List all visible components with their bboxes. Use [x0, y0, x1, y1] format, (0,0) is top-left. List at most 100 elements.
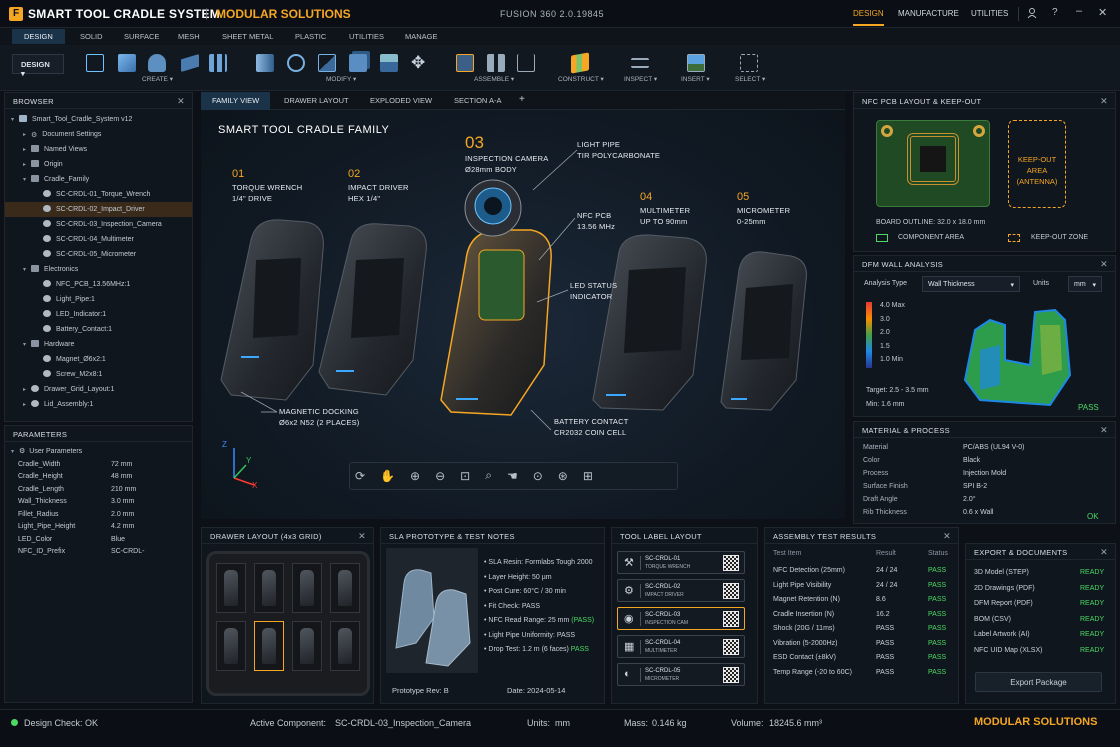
tree-item[interactable]: Battery_Contact:1 [5, 322, 192, 337]
drawer-slot[interactable] [292, 621, 322, 671]
export-row[interactable]: Label Artwork (AI) READY [974, 627, 1104, 643]
zoom-window-icon[interactable]: ⌕ [485, 468, 492, 483]
magnify-icon[interactable]: ⊙ [533, 469, 543, 483]
look-at-icon[interactable]: ☚ [507, 469, 518, 483]
inspect-menu[interactable]: INSPECT ▾ [624, 75, 657, 83]
tree-item[interactable]: ▾ Hardware [5, 337, 192, 352]
press-pull-icon[interactable] [256, 54, 274, 72]
tab-family-view[interactable]: FAMILY VIEW [201, 92, 271, 110]
parameter-row[interactable]: Cradle_Width 72 mm [5, 459, 192, 472]
close-icon[interactable]: ✕ [1100, 547, 1108, 558]
tab-sheet-metal[interactable]: SHEET METAL [222, 32, 273, 41]
insert-menu[interactable]: INSERT ▾ [681, 75, 710, 83]
select-icon[interactable] [740, 54, 758, 72]
tab-section[interactable]: SECTION A-A [454, 96, 502, 105]
tree-item[interactable]: SC-CRDL-05_Micrometer [5, 247, 192, 262]
parameters-group[interactable]: ▾ ⚙ User Parameters [5, 446, 192, 459]
tab-design[interactable]: DESIGN [12, 29, 65, 44]
construct-plane-icon[interactable] [571, 52, 589, 74]
tree-item[interactable]: SC-CRDL-03_Inspection_Camera [5, 217, 192, 232]
tree-item[interactable]: LED_Indicator:1 [5, 307, 192, 322]
pan-icon[interactable]: ✋ [380, 469, 395, 483]
workspace-utilities[interactable]: UTILITIES [971, 9, 1008, 18]
expand-icon[interactable]: ▾ [23, 338, 31, 353]
tool-label[interactable]: ◉ SC-CRDL-03 INSPECTION CAM [617, 607, 745, 630]
expand-icon[interactable]: ▾ [11, 113, 19, 128]
workspace-manufacture[interactable]: MANUFACTURE [898, 9, 959, 18]
new-sketch-icon[interactable] [86, 54, 104, 72]
export-row[interactable]: 2D Drawings (PDF) READY [974, 581, 1104, 597]
chamfer-icon[interactable] [318, 54, 336, 72]
tool-label[interactable]: ⚒ SC-CRDL-01 TORQUE WRENCH [617, 551, 745, 574]
parameter-row[interactable]: Cradle_Height 48 mm [5, 471, 192, 484]
tree-item[interactable]: Screw_M2x8:1 [5, 367, 192, 382]
expand-icon[interactable]: ▾ [23, 263, 31, 278]
tab-manage[interactable]: MANAGE [405, 32, 438, 41]
tool-label[interactable]: ▦ SC-CRDL-04 MULTIMETER [617, 635, 745, 658]
orbit-icon[interactable]: ⟳ [355, 469, 365, 483]
close-icon[interactable]: ✕ [358, 531, 366, 542]
expand-icon[interactable]: ▸ [23, 383, 31, 398]
parameter-row[interactable]: Light_Pipe_Height 4.2 mm [5, 521, 192, 534]
close-icon[interactable]: ✕ [177, 96, 185, 107]
construct-menu[interactable]: CONSTRUCT ▾ [558, 75, 604, 83]
measure-icon[interactable] [631, 58, 649, 68]
tree-item[interactable]: Magnet_Ø6x2:1 [5, 352, 192, 367]
expand-icon[interactable]: ▾ [23, 173, 31, 188]
select-menu[interactable]: SELECT ▾ [735, 75, 765, 83]
tree-item[interactable]: SC-CRDL-02_Impact_Driver [5, 202, 192, 217]
export-row[interactable]: NFC UID Map (XLSX) READY [974, 643, 1104, 659]
tool-label[interactable]: ⚙ SC-CRDL-02 IMPACT DRIVER [617, 579, 745, 602]
expand-icon[interactable]: ▸ [23, 143, 31, 158]
tree-item[interactable]: ▸ ⚙ Document Settings [5, 127, 192, 142]
parameter-row[interactable]: LED_Color Blue [5, 534, 192, 547]
insert-image-icon[interactable] [687, 54, 705, 72]
create-menu[interactable]: CREATE ▾ [142, 75, 173, 83]
tree-item[interactable]: ▾ Cradle_Family [5, 172, 192, 187]
tab-exploded-view[interactable]: EXPLODED VIEW [370, 96, 432, 105]
tree-item[interactable]: ▾ Smart_Tool_Cradle_System v12 [5, 112, 192, 127]
user-icon[interactable] [1027, 7, 1037, 19]
close-icon[interactable]: ✕ [1100, 259, 1108, 270]
drawer-slot[interactable] [292, 563, 322, 613]
tab-utilities[interactable]: UTILITIES [349, 32, 384, 41]
close-window-icon[interactable]: ✕ [1098, 6, 1107, 19]
drawer-slot[interactable] [330, 621, 360, 671]
workspace-dropdown[interactable]: DESIGN ▾ [12, 54, 64, 78]
parameter-row[interactable]: Wall_Thickness 3.0 mm [5, 496, 192, 509]
drawer-slot[interactable] [216, 621, 246, 671]
parameter-row[interactable]: Cradle_Length 210 mm [5, 484, 192, 497]
display-settings-icon[interactable]: ⊞ [583, 469, 593, 483]
export-row[interactable]: BOM (CSV) READY [974, 612, 1104, 628]
fit-icon[interactable]: ⊡ [460, 469, 470, 483]
fillet-icon[interactable] [287, 54, 305, 72]
tab-drawer-layout[interactable]: DRAWER LAYOUT [284, 96, 349, 105]
drawer-slot[interactable] [216, 563, 246, 613]
minimize-icon[interactable]: – [1076, 5, 1082, 17]
export-row[interactable]: DFM Report (PDF) READY [974, 596, 1104, 612]
tab-surface[interactable]: SURFACE [124, 32, 159, 41]
shell-icon[interactable] [349, 54, 367, 72]
zoom-in-icon[interactable]: ⊕ [410, 469, 420, 483]
analysis-type-select[interactable]: Wall Thickness ▾ [922, 276, 1020, 292]
new-component-icon[interactable] [456, 54, 474, 72]
modify-menu[interactable]: MODIFY ▾ [326, 75, 356, 83]
tree-item[interactable]: ▾ Electronics [5, 262, 192, 277]
expand-icon[interactable]: ▸ [23, 128, 31, 143]
expand-icon[interactable]: ▸ [23, 158, 31, 173]
tab-solid[interactable]: SOLID [80, 32, 103, 41]
tree-item[interactable]: ▸ Origin [5, 157, 192, 172]
close-icon[interactable]: ✕ [943, 531, 951, 542]
tab-mesh[interactable]: MESH [178, 32, 200, 41]
drawer-slot[interactable] [254, 621, 284, 671]
tab-plastic[interactable]: PLASTIC [295, 32, 326, 41]
drawer-slot[interactable] [330, 563, 360, 613]
zoom-out-icon[interactable]: ⊖ [435, 469, 445, 483]
crosshair-icon[interactable]: ⊛ [558, 469, 568, 483]
pattern-icon[interactable] [209, 54, 227, 72]
assemble-menu[interactable]: ASSEMBLE ▾ [474, 75, 514, 83]
expand-icon[interactable]: ▸ [23, 398, 31, 413]
help-icon[interactable]: ? [1052, 7, 1058, 18]
cradle-models[interactable] [201, 110, 845, 519]
revolve-icon[interactable] [148, 54, 166, 72]
